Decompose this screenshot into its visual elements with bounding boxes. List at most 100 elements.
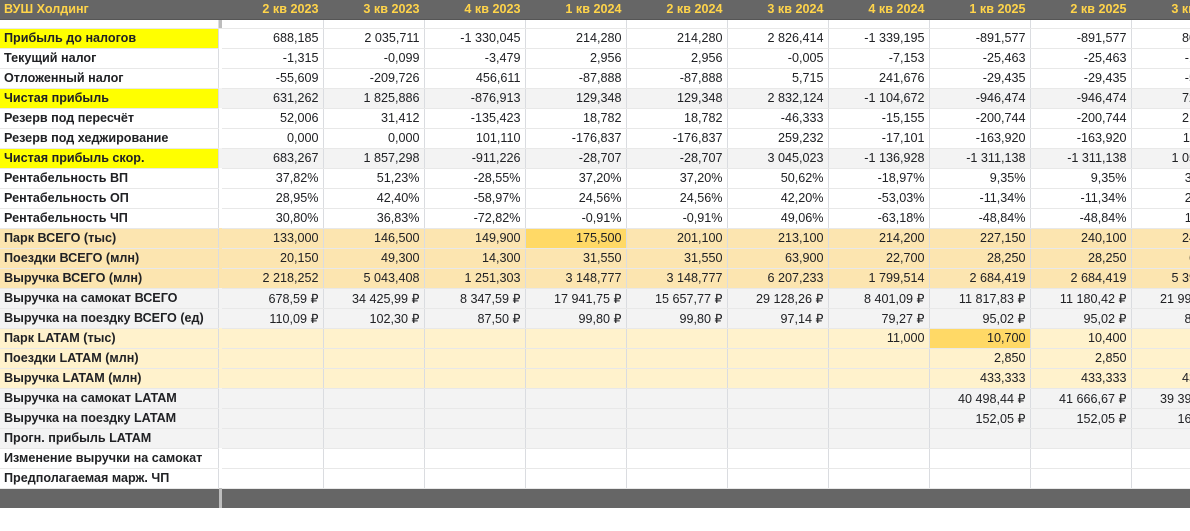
value-cell[interactable]: 2,956: [525, 48, 627, 69]
value-cell[interactable]: 95,02 ₽: [929, 308, 1031, 329]
value-cell[interactable]: -1 136,928: [828, 148, 930, 169]
value-cell[interactable]: 2,850: [929, 348, 1031, 369]
value-cell[interactable]: 2 684,419: [1030, 268, 1132, 289]
value-cell[interactable]: -946,474: [929, 88, 1031, 109]
value-cell[interactable]: [727, 448, 829, 469]
value-cell[interactable]: -200,744: [1030, 108, 1132, 129]
value-cell[interactable]: -3,479: [424, 48, 526, 69]
value-cell[interactable]: 214,200: [828, 228, 930, 249]
value-cell[interactable]: 28,95%: [222, 188, 324, 209]
cell[interactable]: [828, 19, 930, 29]
row-label[interactable]: Выручка на поездку LATAM: [0, 408, 219, 429]
value-cell[interactable]: -25,463: [929, 48, 1031, 69]
value-cell[interactable]: 31,550: [525, 248, 627, 269]
value-cell[interactable]: [424, 388, 526, 409]
value-cell[interactable]: [727, 428, 829, 449]
value-cell[interactable]: 10,400: [1030, 328, 1132, 349]
value-cell[interactable]: [323, 328, 425, 349]
value-cell[interactable]: [323, 368, 425, 389]
value-cell[interactable]: [323, 428, 425, 449]
value-cell[interactable]: [424, 448, 526, 469]
value-cell[interactable]: 1 251,303: [424, 268, 526, 289]
value-cell[interactable]: 0,000: [323, 128, 425, 149]
value-cell[interactable]: 29 128,26 ₽: [727, 288, 829, 309]
value-cell[interactable]: 129,348: [525, 88, 627, 109]
value-cell[interactable]: -63,18%: [828, 208, 930, 229]
value-cell[interactable]: [525, 468, 627, 489]
value-cell[interactable]: 62,000: [1131, 248, 1190, 269]
value-cell[interactable]: 212,031: [1131, 108, 1190, 129]
row-label[interactable]: Чистая прибыль: [0, 88, 219, 109]
value-cell[interactable]: 51,23%: [323, 168, 425, 189]
row-label[interactable]: Парк ВСЕГО (тыс): [0, 228, 219, 249]
cell[interactable]: [222, 19, 324, 29]
value-cell[interactable]: 2 832,124: [727, 88, 829, 109]
value-cell[interactable]: 1 857,298: [323, 148, 425, 169]
value-cell[interactable]: 6 207,233: [727, 268, 829, 289]
value-cell[interactable]: [323, 348, 425, 369]
value-cell[interactable]: -0,91%: [525, 208, 627, 229]
value-cell[interactable]: 52,006: [222, 108, 324, 129]
value-cell[interactable]: 17 941,75 ₽: [525, 288, 627, 309]
value-cell[interactable]: 11,000: [1131, 328, 1190, 349]
row-label[interactable]: Чистая прибыль скор.: [0, 148, 219, 169]
value-cell[interactable]: -72,82%: [424, 208, 526, 229]
value-cell[interactable]: 259,232: [727, 128, 829, 149]
value-cell[interactable]: [626, 428, 728, 449]
period-header[interactable]: 3 кв 2025: [1131, 0, 1190, 20]
value-cell[interactable]: [626, 368, 728, 389]
value-cell[interactable]: 160,49 ₽: [1131, 408, 1190, 429]
value-cell[interactable]: 2,700: [1131, 348, 1190, 369]
value-cell[interactable]: -1 311,138: [1030, 148, 1132, 169]
value-cell[interactable]: 9,35%: [929, 168, 1031, 189]
row-label[interactable]: Выручка LATAM (млн): [0, 368, 219, 389]
value-cell[interactable]: 42,20%: [727, 188, 829, 209]
value-cell[interactable]: -28,707: [626, 148, 728, 169]
value-cell[interactable]: 5,715: [727, 68, 829, 89]
value-cell[interactable]: 101,110: [424, 128, 526, 149]
value-cell[interactable]: [424, 348, 526, 369]
value-cell[interactable]: 22,700: [828, 248, 930, 269]
value-cell[interactable]: [424, 328, 526, 349]
value-cell[interactable]: 97,14 ₽: [727, 308, 829, 329]
value-cell[interactable]: [525, 348, 627, 369]
value-cell[interactable]: [626, 328, 728, 349]
value-cell[interactable]: -11,34%: [1030, 188, 1132, 209]
value-cell[interactable]: -46,333: [727, 108, 829, 129]
value-cell[interactable]: -891,577: [929, 28, 1031, 49]
value-cell[interactable]: 800,050: [1131, 28, 1190, 49]
value-cell[interactable]: 245,300: [1131, 228, 1190, 249]
value-cell[interactable]: 11 180,42 ₽: [1030, 288, 1132, 309]
period-header[interactable]: 4 кв 2023: [424, 0, 526, 20]
value-cell[interactable]: 11,000: [828, 328, 930, 349]
cell[interactable]: [1131, 19, 1190, 29]
value-cell[interactable]: [626, 408, 728, 429]
row-label[interactable]: Рентабельность ЧП: [0, 208, 219, 229]
row-label[interactable]: Парк LATAM (тыс): [0, 328, 219, 349]
period-header[interactable]: 4 кв 2024: [828, 0, 930, 20]
value-cell[interactable]: [222, 408, 324, 429]
value-cell[interactable]: 1 825,886: [323, 88, 425, 109]
period-header[interactable]: 2 кв 2023: [222, 0, 324, 20]
value-cell[interactable]: 2,850: [1030, 348, 1132, 369]
value-cell[interactable]: -200,744: [929, 108, 1031, 129]
value-cell[interactable]: -7,153: [828, 48, 930, 69]
value-cell[interactable]: [1030, 448, 1132, 469]
value-cell[interactable]: -911,226: [424, 148, 526, 169]
value-cell[interactable]: [929, 428, 1031, 449]
value-cell[interactable]: 683,267: [222, 148, 324, 169]
value-cell[interactable]: -55,609: [222, 68, 324, 89]
value-cell[interactable]: -58,97%: [424, 188, 526, 209]
cell[interactable]: [626, 19, 728, 29]
value-cell[interactable]: 149,900: [424, 228, 526, 249]
value-cell[interactable]: 0,000: [222, 128, 324, 149]
value-cell[interactable]: 5 043,408: [323, 268, 425, 289]
value-cell[interactable]: 37,20%: [626, 168, 728, 189]
row-label[interactable]: Рентабельность ВП: [0, 168, 219, 189]
value-cell[interactable]: -25,463: [1030, 48, 1132, 69]
value-cell[interactable]: 152,05 ₽: [929, 408, 1031, 429]
value-cell[interactable]: 214,280: [525, 28, 627, 49]
value-cell[interactable]: [828, 408, 930, 429]
cell[interactable]: [424, 19, 526, 29]
row-label[interactable]: Прогн. прибыль LATAM: [0, 428, 219, 449]
